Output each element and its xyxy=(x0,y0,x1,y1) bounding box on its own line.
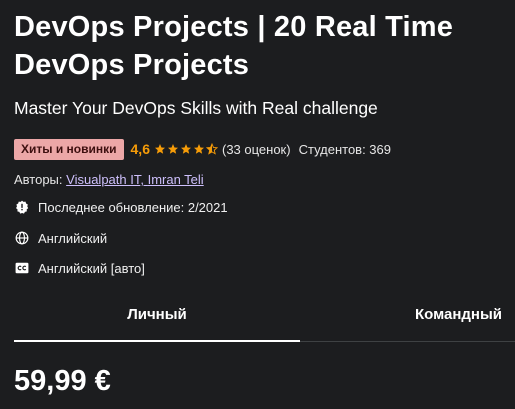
purchase-tabs: Личный Командный xyxy=(0,288,515,342)
alert-badge-icon xyxy=(14,200,29,215)
authors-label: Авторы: xyxy=(14,172,63,187)
closed-captions-icon xyxy=(14,261,29,276)
course-title: DevOps Projects | 20 Real Time DevOps Pr… xyxy=(14,11,454,81)
course-header: DevOps Projects | 20 Real Time DevOps Pr… xyxy=(0,0,515,409)
author-link-visualpath[interactable]: Visualpath IT xyxy=(66,172,140,187)
rating-stars xyxy=(154,143,219,155)
star-icon xyxy=(180,144,191,154)
last-updated-row: Последнее обновление: 2/2021 xyxy=(14,198,228,216)
last-updated-text: Последнее обновление: 2/2021 xyxy=(38,199,228,215)
language-text: Английский xyxy=(38,230,108,246)
authors-line: Авторы: Visualpath IT, Imran Teli xyxy=(14,171,204,189)
captions-text: Английский [авто] xyxy=(38,260,145,276)
star-icon xyxy=(167,144,178,154)
star-icon xyxy=(193,144,204,154)
rating-value: 4,6 xyxy=(130,141,150,157)
tabs-divider xyxy=(300,341,515,342)
author-separator: , xyxy=(140,172,148,187)
author-link-imran-teli[interactable]: Imran Teli xyxy=(148,172,204,187)
ratings-count[interactable]: (33 оценок) xyxy=(222,142,291,157)
bestseller-badge: Хиты и новинки xyxy=(14,138,124,160)
globe-icon xyxy=(14,231,29,246)
language-row: Английский xyxy=(14,229,107,247)
course-subtitle: Master Your DevOps Skills with Real chal… xyxy=(14,98,378,118)
star-half-icon xyxy=(205,143,218,155)
captions-row: Английский [авто] xyxy=(14,259,145,277)
rating-row: Хиты и новинки 4,6 (33 оценок) Студентов… xyxy=(14,138,391,160)
course-price: 59,99 € xyxy=(14,365,111,397)
tab-team[interactable]: Командный xyxy=(300,288,515,340)
star-icon xyxy=(154,144,165,154)
tab-personal[interactable]: Личный xyxy=(14,288,300,342)
students-count: Студентов: 369 xyxy=(298,141,391,157)
